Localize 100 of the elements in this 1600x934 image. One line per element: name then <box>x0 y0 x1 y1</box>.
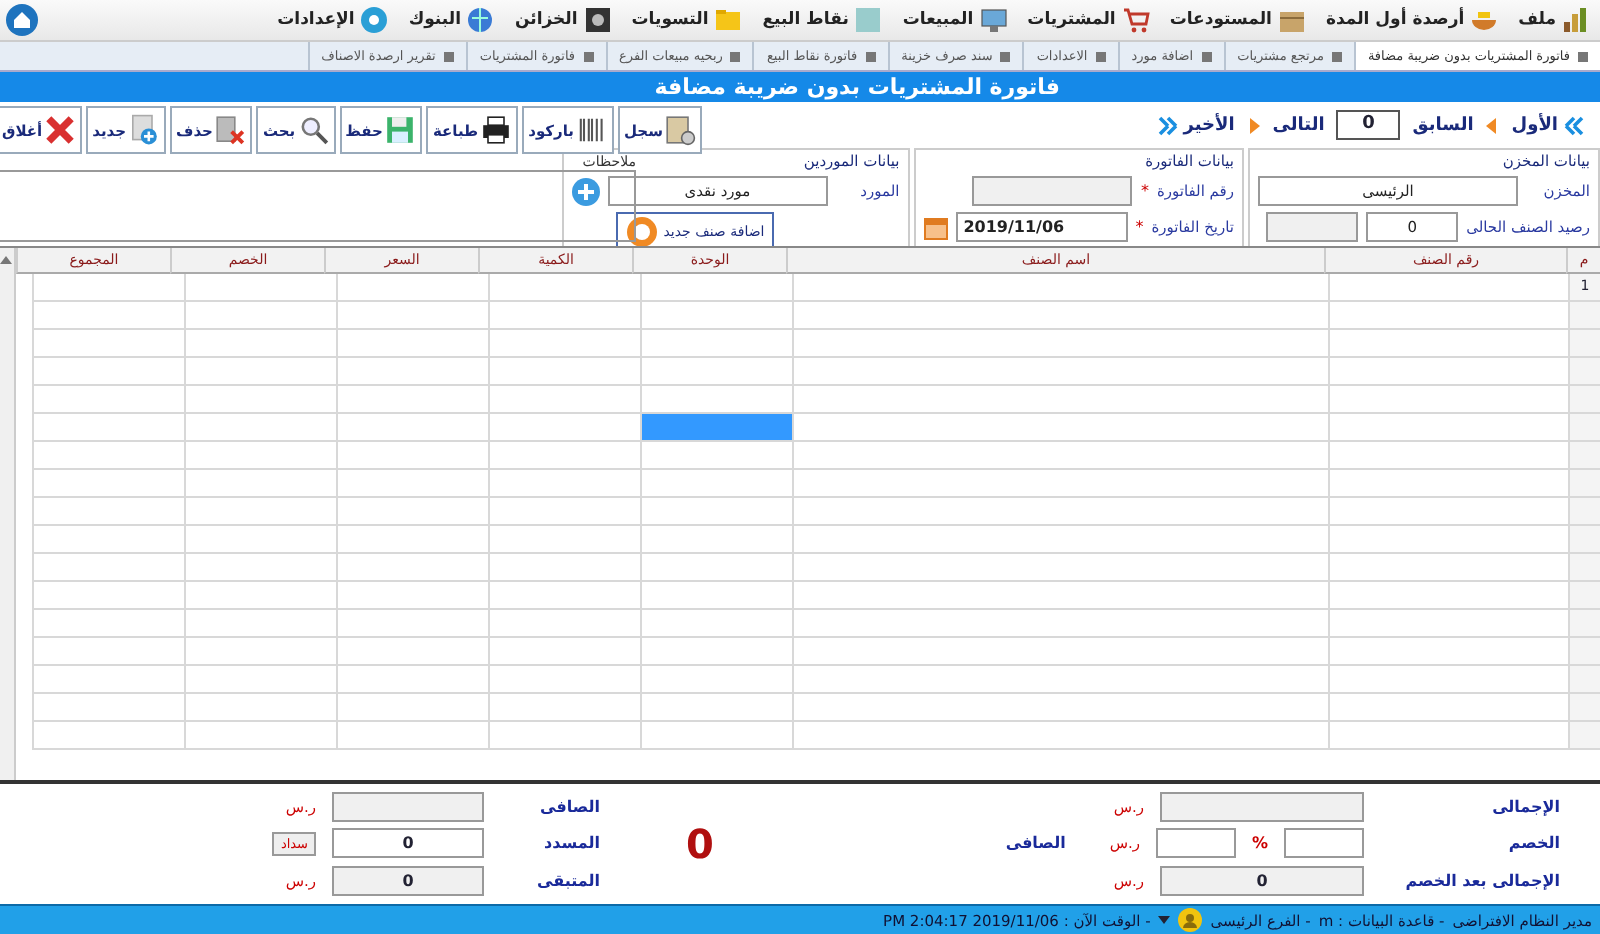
table-cell[interactable] <box>336 582 488 610</box>
dropdown-arrow-icon[interactable] <box>1158 916 1171 924</box>
table-cell[interactable] <box>32 638 184 666</box>
table-cell[interactable] <box>32 330 184 358</box>
table-cell[interactable] <box>640 666 792 694</box>
table-cell[interactable] <box>640 582 792 610</box>
table-cell[interactable] <box>336 274 488 302</box>
table-cell[interactable] <box>336 554 488 582</box>
table-cell[interactable] <box>1328 610 1568 638</box>
table-cell[interactable] <box>792 666 1328 694</box>
table-cell[interactable] <box>184 694 336 722</box>
table-cell[interactable] <box>1328 470 1568 498</box>
table-cell[interactable] <box>640 470 792 498</box>
table-cell[interactable] <box>640 722 792 750</box>
table-cell[interactable] <box>336 694 488 722</box>
first-button[interactable]: الأول <box>1511 115 1584 135</box>
table-cell[interactable] <box>32 582 184 610</box>
menu-item[interactable]: المستودعات <box>1165 6 1310 34</box>
table-cell[interactable] <box>336 330 488 358</box>
remaining-field[interactable]: 0 <box>332 866 484 897</box>
table-cell[interactable] <box>488 470 640 498</box>
table-cell[interactable] <box>32 610 184 638</box>
table-cell[interactable] <box>184 274 336 302</box>
menu-item[interactable]: البنوك <box>404 6 499 34</box>
table-cell[interactable] <box>792 302 1328 330</box>
table-cell[interactable] <box>792 610 1328 638</box>
calendar-icon[interactable] <box>923 215 948 239</box>
menu-item[interactable]: الخزائن <box>510 6 616 34</box>
table-cell[interactable] <box>792 414 1328 442</box>
menu-item[interactable]: أرصدة أول المدة <box>1321 6 1503 34</box>
table-cell[interactable] <box>336 666 488 694</box>
net-field[interactable] <box>332 791 484 822</box>
table-cell[interactable] <box>640 610 792 638</box>
table-cell[interactable] <box>488 414 640 442</box>
table-cell[interactable] <box>792 358 1328 386</box>
total-field[interactable] <box>1160 791 1364 822</box>
table-cell[interactable] <box>184 554 336 582</box>
table-cell[interactable] <box>1328 694 1568 722</box>
table-cell[interactable] <box>488 526 640 554</box>
table-cell[interactable] <box>336 638 488 666</box>
table-cell[interactable] <box>792 638 1328 666</box>
table-cell[interactable] <box>32 526 184 554</box>
table-cell[interactable] <box>1328 666 1568 694</box>
table-cell[interactable] <box>792 330 1328 358</box>
table-cell[interactable] <box>640 526 792 554</box>
table-cell[interactable] <box>184 638 336 666</box>
table-cell[interactable] <box>792 582 1328 610</box>
table-cell[interactable] <box>640 442 792 470</box>
table-cell[interactable] <box>488 554 640 582</box>
table-cell[interactable] <box>488 302 640 330</box>
table-cell[interactable] <box>488 582 640 610</box>
table-cell[interactable] <box>184 330 336 358</box>
after-discount-field[interactable]: 0 <box>1160 866 1364 897</box>
home-icon[interactable] <box>6 4 38 36</box>
table-cell[interactable] <box>792 386 1328 414</box>
table-cell[interactable] <box>32 498 184 526</box>
table-cell[interactable] <box>792 274 1328 302</box>
input-field[interactable] <box>1266 212 1359 242</box>
table-cell[interactable] <box>1328 498 1568 526</box>
record-field[interactable]: 0 <box>1336 110 1401 140</box>
table-cell[interactable] <box>32 666 184 694</box>
table-cell[interactable] <box>336 526 488 554</box>
table-cell[interactable] <box>184 442 336 470</box>
scroll-up-icon[interactable] <box>0 254 14 266</box>
table-cell[interactable] <box>184 666 336 694</box>
table-cell[interactable] <box>1328 638 1568 666</box>
table-cell[interactable] <box>1328 302 1568 330</box>
table-cell[interactable] <box>336 302 488 330</box>
table-cell[interactable] <box>336 470 488 498</box>
table-cell[interactable] <box>184 610 336 638</box>
table-cell[interactable] <box>32 470 184 498</box>
table-cell[interactable] <box>640 302 792 330</box>
table-cell[interactable] <box>792 722 1328 750</box>
menu-item[interactable]: المبيعات <box>898 6 1012 34</box>
table-cell[interactable] <box>336 610 488 638</box>
notes-field[interactable] <box>0 170 636 242</box>
table-cell[interactable] <box>1328 386 1568 414</box>
table-cell[interactable] <box>1328 582 1568 610</box>
table-cell[interactable] <box>488 386 640 414</box>
table-cell[interactable] <box>32 694 184 722</box>
table-cell[interactable] <box>1328 442 1568 470</box>
table-cell[interactable] <box>336 442 488 470</box>
table-cell[interactable] <box>336 358 488 386</box>
table-cell[interactable] <box>184 302 336 330</box>
discount-percent-field[interactable] <box>1284 828 1364 859</box>
table-cell[interactable] <box>488 274 640 302</box>
menu-item[interactable]: التسويات <box>627 6 747 34</box>
table-cell[interactable] <box>488 666 640 694</box>
invoice-number-field[interactable] <box>972 176 1133 206</box>
table-cell[interactable] <box>792 694 1328 722</box>
add-icon[interactable] <box>571 177 600 205</box>
table-cell[interactable] <box>640 358 792 386</box>
menu-item[interactable]: الإعدادات <box>273 6 393 34</box>
table-cell[interactable] <box>32 302 184 330</box>
table-cell[interactable] <box>488 442 640 470</box>
table-cell[interactable] <box>32 274 184 302</box>
table-cell[interactable] <box>488 722 640 750</box>
table-cell[interactable] <box>1328 554 1568 582</box>
table-cell[interactable] <box>792 498 1328 526</box>
table-cell[interactable] <box>488 358 640 386</box>
